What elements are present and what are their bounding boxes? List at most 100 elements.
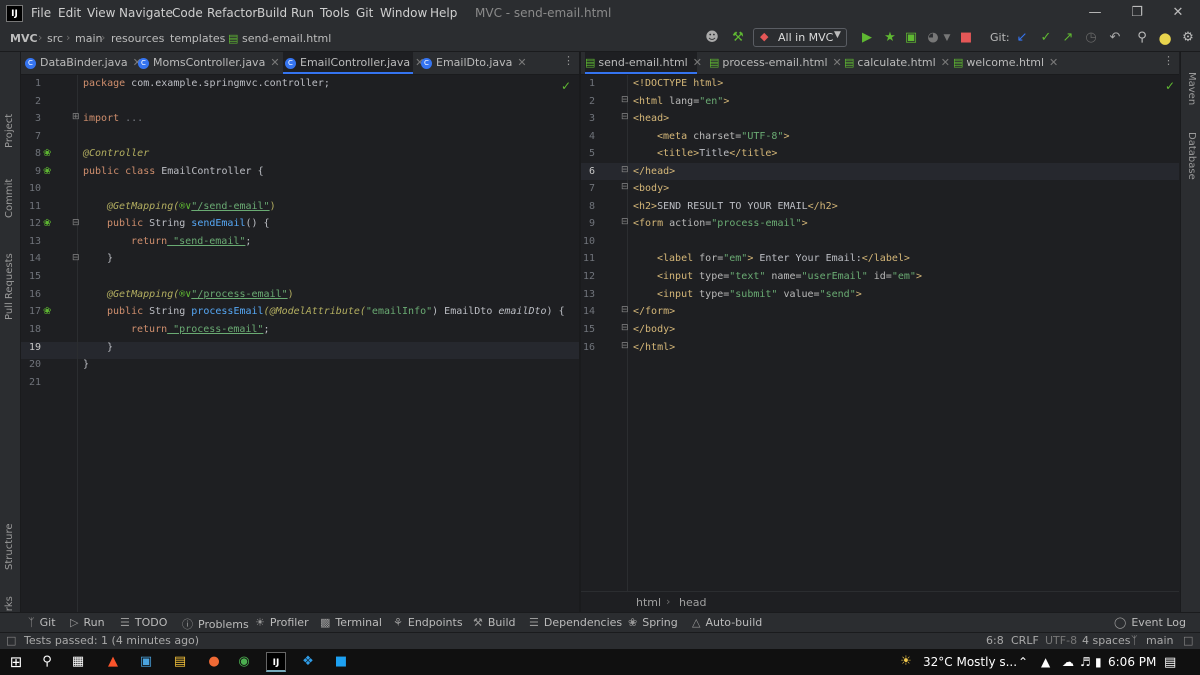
spring-tool-button[interactable]: ❀ Spring [628,616,678,629]
maven-tool-button[interactable]: Maven [1186,72,1197,105]
app-icon[interactable]: ▣ [136,652,156,672]
fold-icon[interactable]: ⊟ [621,182,629,192]
request-mapping-icon[interactable]: ❀ [43,218,51,229]
file-encoding[interactable]: UTF-8 [1045,634,1077,647]
run-configuration-select[interactable]: ◆ All in MVC ▼ [753,28,847,47]
close-tab-icon[interactable]: ✕ [833,56,842,69]
dependencies-tool-button[interactable]: ☰ Dependencies [529,616,622,629]
run-tool-button[interactable]: ▷ Run [70,616,105,629]
html-editor[interactable]: ✓ 1 2 3 4 5 6 7 8 9 10 11 12 13 14 15 16… [581,75,1179,591]
breadcrumb-project[interactable]: MVC [10,32,38,45]
windows-start-icon[interactable]: ⊞ [6,652,26,672]
fold-icon[interactable]: ⊟ [621,95,629,105]
project-tool-button[interactable]: Project [4,114,15,148]
wifi-icon[interactable]: ▲ [1041,655,1050,669]
breadcrumb-src[interactable]: src [47,32,63,45]
request-mapping-icon[interactable]: ❀ [43,306,51,317]
close-tab-icon[interactable]: ✕ [693,56,702,69]
minimize-icon[interactable]: — [1084,3,1106,23]
no-problems-check-icon[interactable]: ✓ [561,79,571,93]
intellij-taskbar-icon[interactable]: IJ [266,652,286,672]
java-editor[interactable]: ✓ 1 2 3 7 8 9 10 11 12 13 14 15 16 17 18… [21,75,579,612]
close-tab-icon[interactable]: ✕ [517,56,526,69]
close-icon[interactable]: ✕ [1167,3,1189,23]
breadcrumb-templates[interactable]: templates [170,32,225,45]
close-tab-icon[interactable]: ✕ [941,56,950,69]
fold-icon[interactable]: ⊟ [621,165,629,175]
close-tab-icon[interactable]: ✕ [1049,56,1058,69]
task-view-icon[interactable]: ▦ [68,652,88,672]
breadcrumb-head[interactable]: head [679,596,706,609]
spring-bean-icon[interactable]: ❀ [43,166,51,177]
git-branch[interactable]: main [1146,634,1173,647]
git-history-icon[interactable]: ◷ [1083,30,1099,46]
brave-browser-icon[interactable]: ▲ [103,652,123,672]
chrome-icon[interactable]: ◉ [234,652,254,672]
tab-welcome[interactable]: ▤ welcome.html ✕ [953,52,1058,74]
structure-tool-button[interactable]: Structure [4,523,15,570]
tab-momscontroller[interactable]: C MomsController.java ✕ [138,52,298,74]
profiler-tool-button[interactable]: ☀ Profiler [255,616,309,629]
more-run-chevron-icon[interactable]: ▼ [939,30,955,46]
volume-icon[interactable]: ♬ [1080,655,1091,669]
twitter-icon[interactable]: ■ [331,652,351,672]
git-update-icon[interactable]: ↙ [1014,30,1030,46]
endpoints-tool-button[interactable]: ⚘ Endpoints [393,616,463,629]
tabs-menu-icon[interactable]: ⋮ [563,54,574,67]
menu-tools[interactable]: Tools [320,6,350,20]
git-push-icon[interactable]: ↗ [1060,30,1076,46]
menu-run[interactable]: Run [291,6,314,20]
cloud-icon[interactable]: ☁ [1062,655,1074,669]
rollback-icon[interactable]: ↶ [1107,30,1123,46]
terminal-tool-button[interactable]: ▩ Terminal [320,616,382,629]
code-with-me-icon[interactable]: ● [1157,30,1173,46]
stop-icon[interactable]: ■ [958,30,974,46]
coverage-icon[interactable]: ▣ [903,30,919,46]
restore-icon[interactable]: ❐ [1126,3,1148,23]
commit-tool-button[interactable]: Commit [4,179,15,218]
database-tool-button[interactable]: Database [1186,132,1197,180]
notifications-icon[interactable]: ▤ [1164,655,1176,670]
tab-emailcontroller[interactable]: C EmailController.java ✕ [283,52,424,74]
weather-text[interactable]: 32°C Mostly s... [923,655,1017,669]
tab-emaildto[interactable]: C EmailDto.java ✕ [421,52,531,74]
fold-icon[interactable]: ⊟ [621,217,629,227]
menu-window[interactable]: Window [380,6,427,20]
intellij-logo-icon[interactable]: IJ [6,5,23,22]
clock-time[interactable]: 6:06 PM [1108,655,1156,669]
breadcrumb-html[interactable]: html [636,596,661,609]
user-icon[interactable]: ☻ [704,30,720,46]
breadcrumb-main[interactable]: main [75,32,102,45]
status-toggle-icon[interactable]: □ [6,634,16,647]
fold-icon[interactable]: ⊟ [621,305,629,315]
tab-calculate[interactable]: ▤ calculate.html ✕ [844,52,950,74]
breadcrumb-file[interactable]: send-email.html [242,32,331,45]
menu-code[interactable]: Code [172,6,203,20]
fold-icon[interactable]: ⊟ [621,112,629,122]
battery-icon[interactable]: ▮ [1095,655,1102,669]
status-message[interactable]: Tests passed: 1 (4 minutes ago) [24,634,199,647]
fold-icon[interactable]: ⊟ [621,323,629,333]
event-log-tool-button[interactable]: ◯ Event Log [1114,616,1186,629]
tab-process-email[interactable]: ▤ process-email.html ✕ [709,52,842,74]
auto-build-tool-button[interactable]: △ Auto-build [692,616,762,629]
breadcrumb-resources[interactable]: resources [111,32,164,45]
settings-icon[interactable]: ⚙ [1180,30,1196,46]
menu-file[interactable]: File [31,6,51,20]
menu-view[interactable]: View [87,6,115,20]
search-icon[interactable]: ⚲ [37,652,57,672]
fold-icon[interactable]: ⊟ [621,341,629,351]
search-icon[interactable]: ⚲ [1134,30,1150,46]
menu-build[interactable]: Build [257,6,287,20]
vscode-icon[interactable]: ❖ [298,652,318,672]
lock-icon[interactable]: □ [1183,634,1193,647]
run-icon[interactable]: ▶ [859,30,875,46]
line-separator[interactable]: CRLF [1011,634,1039,647]
chevron-up-icon[interactable]: ⌃ [1018,655,1028,669]
fold-icon[interactable]: ⊟ [72,253,80,263]
postman-icon[interactable]: ● [204,652,224,672]
debug-icon[interactable]: ★ [882,30,898,46]
tab-databinder[interactable]: CDataBinder.java✕ [25,52,142,74]
weather-icon[interactable]: ☀ [896,652,916,672]
menu-navigate[interactable]: Navigate [119,6,173,20]
